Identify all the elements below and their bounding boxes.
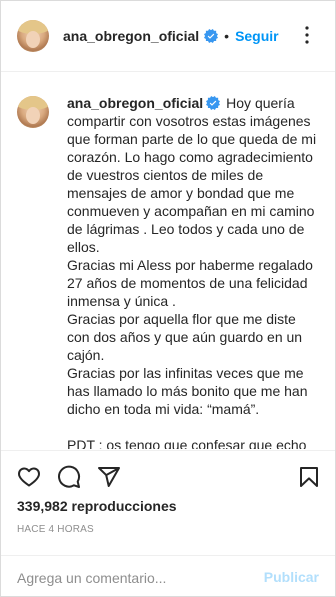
caption-paragraph-4: Gracias por las infinitas veces que me h… bbox=[67, 365, 308, 417]
caption-avatar[interactable] bbox=[17, 96, 49, 128]
post-timestamp[interactable]: HACE 4 HORAS bbox=[17, 524, 94, 535]
separator-dot: • bbox=[224, 28, 230, 44]
caption-paragraph-2: Gracias mi Aless por haberme regalado 27… bbox=[67, 257, 313, 309]
caption-paragraph-1: Hoy quería compartir con vosotros estas … bbox=[67, 95, 317, 255]
more-options-icon[interactable] bbox=[295, 23, 319, 47]
views-count[interactable]: 339,982 reproducciones bbox=[17, 498, 177, 514]
caption-paragraph-3: Gracias por aquella flor que me diste co… bbox=[67, 311, 303, 363]
caption-paragraph-5 bbox=[67, 418, 317, 436]
caption-area[interactable]: ana_obregon_oficial Hoy quería compartir… bbox=[1, 72, 335, 449]
comment-icon[interactable] bbox=[57, 465, 81, 489]
bookmark-icon[interactable] bbox=[297, 465, 321, 489]
username-link[interactable]: ana_obregon_oficial bbox=[63, 28, 199, 44]
follow-button[interactable]: Seguir bbox=[235, 28, 279, 44]
post-frame: ana_obregon_oficial • Seguir ana_obregon… bbox=[0, 0, 336, 597]
comment-input[interactable] bbox=[17, 568, 247, 588]
verified-badge-icon bbox=[206, 96, 221, 110]
heart-icon[interactable] bbox=[17, 465, 41, 489]
verified-badge-icon bbox=[204, 29, 219, 43]
share-icon[interactable] bbox=[97, 465, 121, 489]
comment-bar: Publicar bbox=[1, 555, 335, 596]
caption-paragraph-6: PDT : os tengo que confesar que echo bbox=[67, 437, 307, 449]
caption-username[interactable]: ana_obregon_oficial bbox=[67, 95, 203, 111]
post-header: ana_obregon_oficial • Seguir bbox=[1, 1, 335, 72]
avatar[interactable] bbox=[17, 20, 49, 52]
publish-button[interactable]: Publicar bbox=[264, 569, 319, 585]
actions-section: 339,982 reproducciones HACE 4 HORAS Publ… bbox=[1, 450, 335, 596]
caption-row: ana_obregon_oficial Hoy quería compartir… bbox=[1, 72, 335, 449]
caption-text: ana_obregon_oficial Hoy quería compartir… bbox=[67, 94, 317, 449]
